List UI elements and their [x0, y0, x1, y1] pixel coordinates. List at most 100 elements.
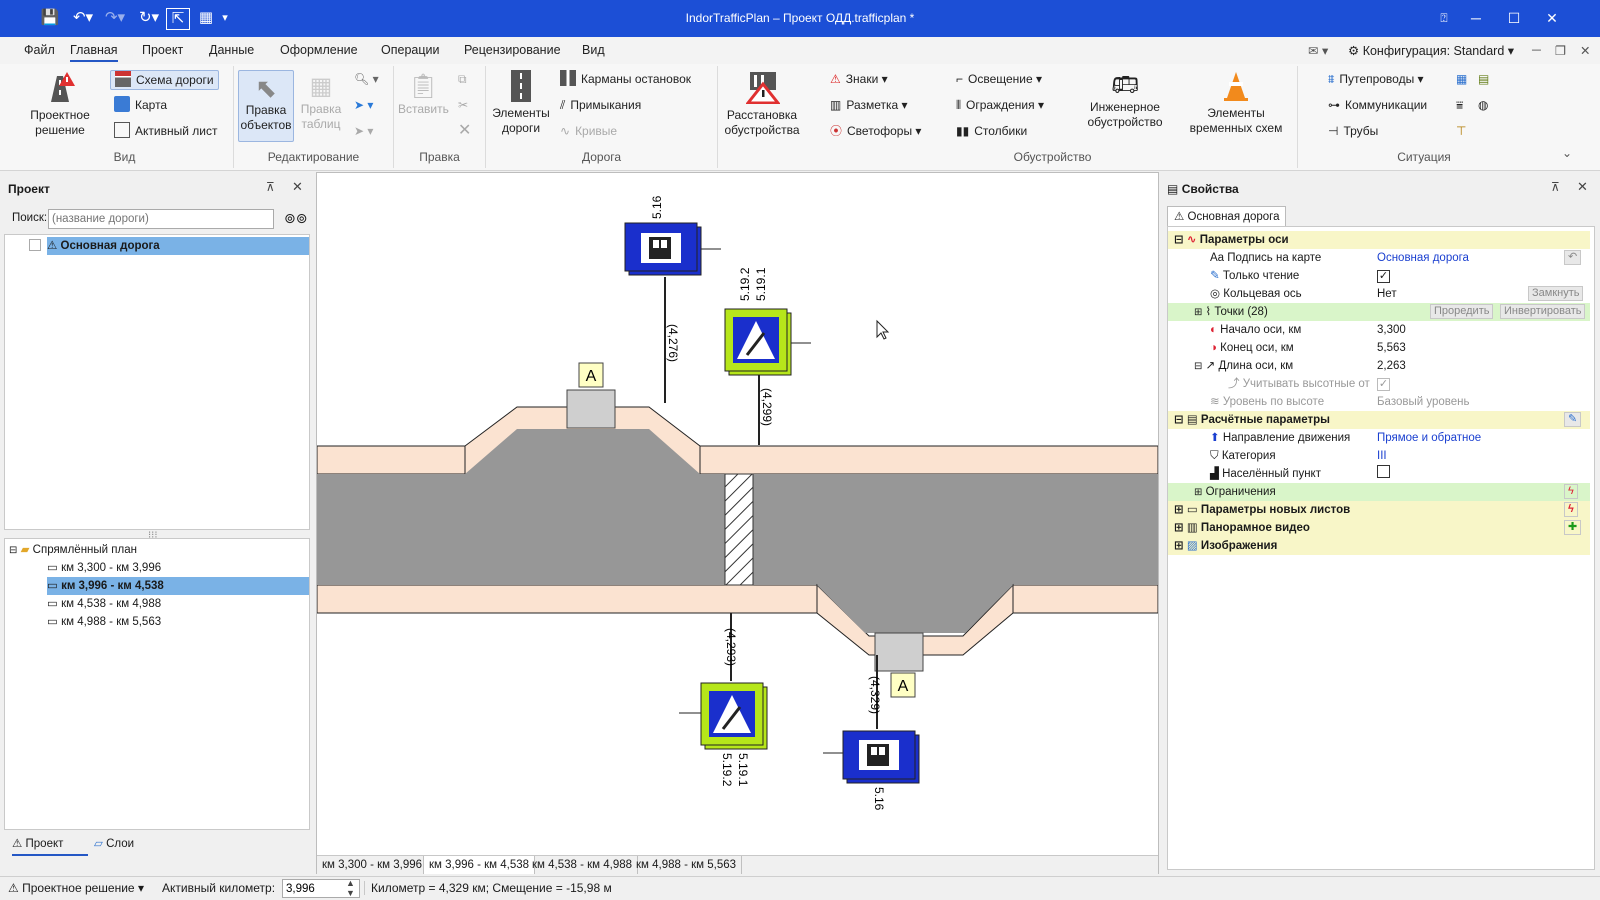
communications-button[interactable]: ⊶ Коммуникации [1328, 96, 1427, 114]
sign-5-19-bottom[interactable] [679, 613, 768, 750]
road-search-input[interactable] [48, 209, 274, 229]
plan-item-selected[interactable]: ▭ км 3,996 - км 4,538 [47, 577, 309, 595]
pin-icon[interactable]: ⊼ [266, 180, 275, 194]
elevation-checkbox[interactable]: ✓ [1374, 375, 1390, 392]
category-value[interactable]: III [1374, 447, 1387, 464]
menu-file[interactable]: Файл [24, 43, 55, 57]
menu-view[interactable]: Вид [582, 43, 605, 57]
sign-5-16-top[interactable] [624, 222, 721, 403]
plan-item[interactable]: ▭ км 4,538 - км 4,988 [47, 595, 161, 613]
section-panorama[interactable]: ⊞ ▥ Панорамное видео ✚ [1168, 519, 1590, 537]
help-icon[interactable]: ⍰ [1430, 6, 1458, 30]
road-scheme-drawing[interactable]: A A 5.16 (4,276) 5.19.2 5.19.1 (4,299) (… [317, 173, 1158, 855]
edit-small-icon[interactable]: ✎ [1564, 412, 1582, 427]
add-icon[interactable]: ✚ [1564, 520, 1582, 535]
config-dropdown[interactable]: ⚙ Конфигурация: Standard ▾ [1348, 43, 1514, 58]
pipes-button[interactable]: ⊣ Трубы [1328, 122, 1378, 140]
properties-close-icon[interactable]: ✕ [1577, 179, 1588, 195]
lighting-dropdown[interactable]: ⌐ Освещение ▾ [956, 70, 1042, 88]
edit-objects-button[interactable]: ⬉ Правка объектов [238, 70, 294, 142]
traffic-lights-dropdown[interactable]: ⦿ Светофоры ▾ [830, 122, 921, 140]
menu-design[interactable]: Оформление [280, 43, 358, 57]
marking-dropdown[interactable]: ▥ Разметка ▾ [830, 96, 908, 114]
plan-item[interactable]: ▭ км 4,988 - км 5,563 [47, 613, 161, 631]
legend-icon[interactable]: ▤ [1478, 70, 1489, 88]
close-button[interactable]: ✕ [1538, 6, 1566, 30]
properties-pin-icon[interactable]: ⊼ [1551, 180, 1560, 194]
tab-project[interactable]: ⚠ Проект [12, 834, 88, 856]
curves-button[interactable]: ∿ Кривые [560, 122, 617, 140]
ribbon-restore-icon[interactable]: ❐ [1555, 43, 1566, 58]
road-checkbox[interactable] [29, 237, 41, 255]
properties-tab[interactable]: ⚠ Основная дорога [1167, 206, 1287, 226]
expand-icon[interactable]: ⊞ [1174, 504, 1184, 516]
sheet-tab-4[interactable]: км 4,988 - км 5,563 [631, 856, 743, 874]
buildings-icon[interactable]: ▦ [1456, 70, 1467, 88]
thin-points-button[interactable]: Проредить [1430, 304, 1494, 319]
binoculars-icon[interactable]: ⊚⊚ [284, 210, 307, 227]
prop-category[interactable]: ⛉ Категория III [1168, 447, 1590, 465]
caption-value[interactable]: Основная дорога [1374, 249, 1469, 266]
delete-icon[interactable]: ✕ [458, 122, 471, 140]
collapse-icon[interactable]: ⊟ [9, 545, 17, 556]
move-dropdown[interactable]: ➤ ▾ [354, 122, 373, 140]
ribbon-close-icon[interactable]: ✕ [1580, 43, 1590, 58]
prop-start[interactable]: ◐ Начало оси, км 3,300 [1168, 321, 1590, 339]
billboard-icon[interactable]: ⊤ [1456, 122, 1466, 140]
direction-value[interactable]: Прямое и обратное [1374, 429, 1481, 446]
prop-length[interactable]: ⊟ ↗ Длина оси, км 2,263 [1168, 357, 1590, 375]
collapse-icon[interactable]: ⊟ [1174, 234, 1184, 246]
length-value[interactable]: 2,263 [1374, 357, 1406, 374]
mode-dropdown[interactable]: ⚠ Проектное решение ▾ [8, 881, 144, 895]
prop-ring[interactable]: ◎ Кольцевая ось Нет Замкнуть [1168, 285, 1590, 303]
junctions-button[interactable]: ⫽ Примыкания [560, 96, 641, 114]
prop-points[interactable]: ⊞ ⌇ Точки (28) Проредить Инвертировать [1168, 303, 1590, 321]
prop-settlement[interactable]: ▟ Населённый пункт [1168, 465, 1590, 483]
temporary-elements-button[interactable]: Элементы временных схем [1178, 70, 1294, 142]
expand-icon[interactable]: ⊞ [1194, 487, 1202, 498]
bus-stops-button[interactable]: Карманы остановок [560, 70, 691, 88]
prop-level[interactable]: ≋ Уровень по высоте Базовый уровень [1168, 393, 1590, 411]
expand-icon[interactable]: ⊞ [1174, 522, 1184, 534]
menu-review[interactable]: Рецензирование [464, 43, 561, 57]
ribbon-expand-icon[interactable]: ⌄ [1562, 144, 1572, 162]
mail-icon[interactable]: ✉ ▾ [1308, 43, 1328, 58]
start-value[interactable]: 3,300 [1374, 321, 1406, 338]
edit-tables-button[interactable]: ▦ Правка таблиц [296, 72, 346, 144]
prop-elevation[interactable]: ⤴ Учитывать высотные от ✓ [1168, 375, 1590, 393]
prop-direction[interactable]: ⬆ Направление движения Прямое и обратное [1168, 429, 1590, 447]
drawing-canvas[interactable]: A A 5.16 (4,276) 5.19.2 5.19.1 (4,299) (… [316, 172, 1159, 874]
cut-icon[interactable]: ✂ [458, 96, 468, 114]
end-value[interactable]: 5,563 [1374, 339, 1406, 356]
paste-button[interactable]: 📋︎ Вставить [398, 72, 449, 144]
section-images[interactable]: ⊞ ▨ Изображения [1168, 537, 1590, 555]
section-calc-params[interactable]: ⊟ ▤ Расчётные параметры ✎ [1168, 411, 1590, 429]
prop-limits[interactable]: ⊞ Ограничения ϟ [1168, 483, 1590, 501]
menu-operations[interactable]: Операции [381, 43, 439, 57]
readonly-checkbox[interactable]: ✓ [1374, 267, 1390, 284]
ring-value[interactable]: Нет [1374, 285, 1397, 302]
sheet-tab-2-active[interactable]: км 3,996 - км 4,538 [423, 856, 536, 874]
minimize-button[interactable]: ─ [1462, 6, 1490, 30]
overpasses-dropdown[interactable]: ⩩ Путепроводы ▾ [1328, 70, 1424, 88]
plan-root[interactable]: ⊟ ▰ Спрямлённый план [9, 541, 137, 559]
expand-icon[interactable]: ⊞ [1174, 540, 1184, 552]
section-axis-params[interactable]: ⊟ ∿ Параметры оси [1168, 231, 1590, 249]
road-scheme-button[interactable]: Схема дороги [110, 70, 219, 90]
tunnel-icon[interactable]: ◍ [1478, 96, 1488, 114]
collapse-icon[interactable]: ⊟ [1194, 361, 1202, 372]
menu-project[interactable]: Проект [142, 43, 183, 57]
posts-button[interactable]: ▮▮ Столбики [956, 122, 1027, 140]
railway-icon[interactable]: ⩸ [1456, 96, 1463, 114]
plan-item[interactable]: ▭ км 3,300 - км 3,996 [47, 559, 161, 577]
fences-dropdown[interactable]: ⫴ Ограждения ▾ [956, 96, 1044, 114]
invert-points-button[interactable]: Инвертировать [1500, 304, 1586, 319]
prop-end[interactable]: ◑ Конец оси, км 5,563 [1168, 339, 1590, 357]
sheet-tab-3[interactable]: км 4,538 - км 4,988 [527, 856, 639, 874]
prop-caption[interactable]: Aa Подпись на карте Основная дорога ↶ [1168, 249, 1590, 267]
settlement-checkbox[interactable] [1374, 465, 1390, 482]
close-ring-button[interactable]: Замкнуть [1528, 286, 1584, 301]
tree-item-main-road[interactable]: ⚠ Основная дорога [47, 237, 309, 255]
level-value[interactable]: Базовый уровень [1374, 393, 1469, 410]
find-dropdown[interactable]: 🔍︎ ▾ [354, 70, 379, 88]
